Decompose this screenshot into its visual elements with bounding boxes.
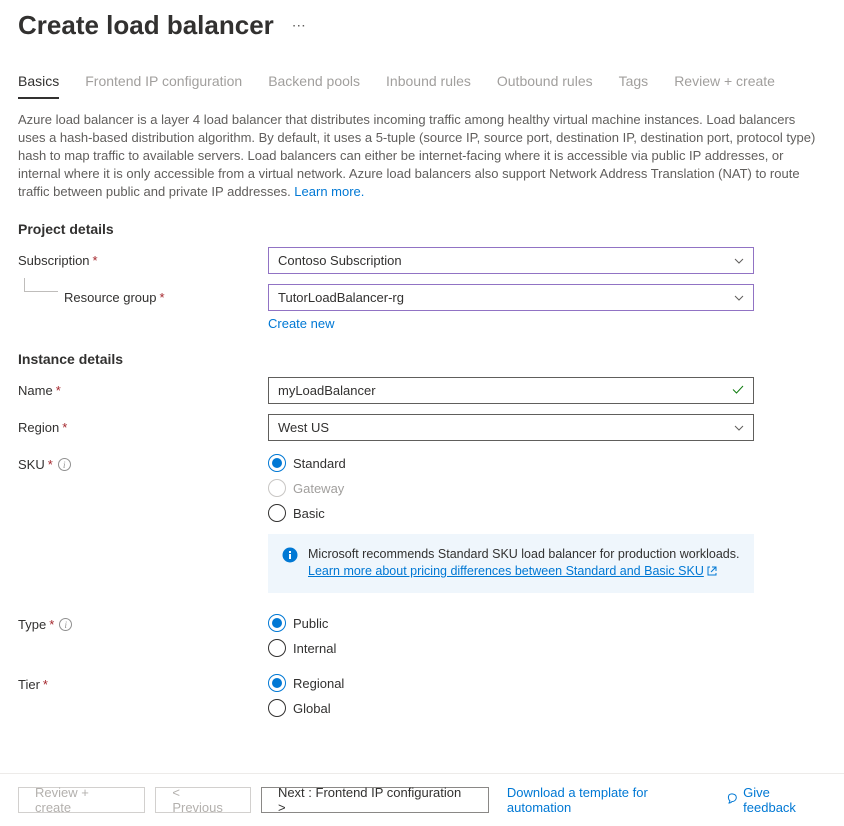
check-icon [731,382,745,399]
type-radio-group: Public Internal [268,611,754,657]
resource-group-value: TutorLoadBalancer-rg [278,290,404,305]
name-value: myLoadBalancer [278,383,376,398]
tab-inbound-rules[interactable]: Inbound rules [386,73,471,99]
feedback-icon [725,792,739,809]
tab-tags[interactable]: Tags [619,73,649,99]
info-icon[interactable]: i [59,618,72,631]
download-template-link[interactable]: Download a template for automation [507,785,715,815]
chevron-down-icon [733,292,745,304]
sku-basic-radio[interactable]: Basic [268,504,754,522]
resource-group-select[interactable]: TutorLoadBalancer-rg [268,284,754,311]
sku-gateway-label: Gateway [293,481,344,496]
tier-global-label: Global [293,701,331,716]
previous-button[interactable]: < Previous [155,787,251,813]
tier-regional-radio[interactable]: Regional [268,674,754,692]
next-button[interactable]: Next : Frontend IP configuration > [261,787,489,813]
type-internal-label: Internal [293,641,336,656]
sku-standard-radio[interactable]: Standard [268,454,754,472]
sku-gateway-radio: Gateway [268,479,754,497]
footer-bar: Review + create < Previous Next : Fronte… [0,773,844,826]
region-label: Region* [18,414,268,435]
tab-basics[interactable]: Basics [18,73,59,99]
sku-info-text: Microsoft recommends Standard SKU load b… [308,547,739,561]
tab-bar: Basics Frontend IP configuration Backend… [0,41,844,99]
name-label: Name* [18,377,268,398]
intro-text: Azure load balancer is a layer 4 load ba… [18,111,826,201]
tier-global-radio[interactable]: Global [268,699,754,717]
intro-learn-more-link[interactable]: Learn more. [294,184,364,199]
tier-radio-group: Regional Global [268,671,754,717]
external-link-icon [707,564,717,581]
more-actions-button[interactable]: ⋯ [292,17,308,34]
tier-regional-label: Regional [293,676,344,691]
region-value: West US [278,420,329,435]
region-select[interactable]: West US [268,414,754,441]
tree-connector-icon [24,278,58,292]
sku-info-link[interactable]: Learn more about pricing differences bet… [308,564,717,578]
chevron-down-icon [733,422,745,434]
info-circle-icon [282,547,298,581]
resource-group-label: Resource group* [64,284,165,305]
tab-review-create[interactable]: Review + create [674,73,775,99]
review-create-button[interactable]: Review + create [18,787,145,813]
info-icon[interactable]: i [58,458,71,471]
sku-info-box: Microsoft recommends Standard SKU load b… [268,534,754,593]
subscription-select[interactable]: Contoso Subscription [268,247,754,274]
name-input[interactable]: myLoadBalancer [268,377,754,404]
sku-radio-group: Standard Gateway Basic [268,451,754,522]
type-label: Type* i [18,611,268,632]
tab-backend-pools[interactable]: Backend pools [268,73,360,99]
type-public-radio[interactable]: Public [268,614,754,632]
intro-body: Azure load balancer is a layer 4 load ba… [18,112,815,199]
section-project-details: Project details [18,221,826,237]
subscription-value: Contoso Subscription [278,253,402,268]
chevron-down-icon [733,255,745,267]
type-public-label: Public [293,616,328,631]
sku-label: SKU* i [18,451,268,472]
tab-frontend-ip[interactable]: Frontend IP configuration [85,73,242,99]
sku-basic-label: Basic [293,506,325,521]
create-new-resource-group-link[interactable]: Create new [268,316,334,331]
sku-standard-label: Standard [293,456,346,471]
subscription-label: Subscription* [18,247,268,268]
page-title: Create load balancer [18,10,274,41]
tab-outbound-rules[interactable]: Outbound rules [497,73,593,99]
type-internal-radio[interactable]: Internal [268,639,754,657]
tier-label: Tier* [18,671,268,692]
give-feedback-link[interactable]: Give feedback [743,785,826,815]
section-instance-details: Instance details [18,351,826,367]
